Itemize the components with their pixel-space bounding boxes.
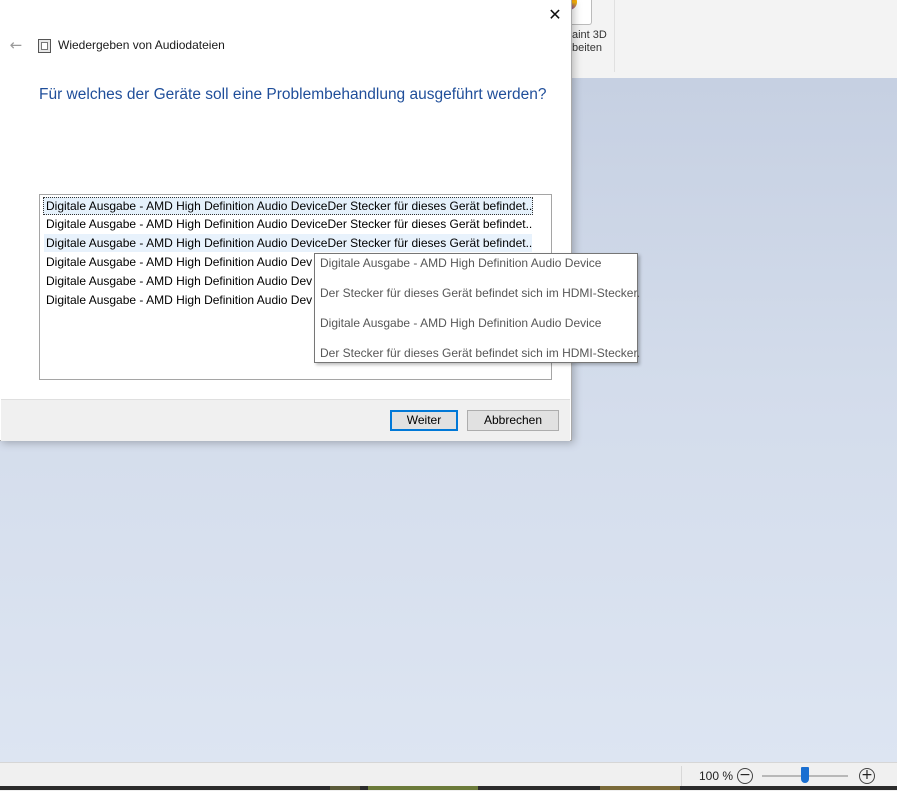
back-arrow-icon[interactable]: ← [7,36,25,54]
zoom-out-icon[interactable]: − [737,768,753,784]
taskbar-strip [0,786,897,790]
device-tooltip: Digitale Ausgabe - AMD High Definition A… [314,253,641,363]
taskbar-thumbnail [600,786,680,790]
tooltip-line: Digitale Ausgabe - AMD High Definition A… [320,316,602,330]
zoom-slider-thumb[interactable] [801,767,809,783]
page-question: Für welches der Geräte soll eine Problem… [39,86,547,103]
zoom-in-icon[interactable]: + [859,768,875,784]
next-button[interactable]: Weiter [390,410,458,431]
tooltip-line: Der Stecker für dieses Gerät befindet si… [320,286,641,300]
status-divider [681,766,682,788]
cancel-button[interactable]: Abbrechen [467,410,559,431]
troubleshooter-dialog: ✕ ← Wiedergeben von Audiodateien Für wel… [0,0,572,441]
device-list-item[interactable]: Digitale Ausgabe - AMD High Definition A… [44,234,532,252]
taskbar-thumbnail [368,786,478,790]
dialog-title: Wiedergeben von Audiodateien [58,38,225,52]
troubleshooter-icon [38,39,51,53]
paint3d-label[interactable]: aint 3D beiten [572,29,616,55]
device-list-item[interactable]: Digitale Ausgabe - AMD High Definition A… [44,215,532,233]
zoom-level: 100 % [699,769,734,783]
device-list-item[interactable]: Digitale Ausgabe - AMD High Definition A… [43,197,533,215]
dialog-footer: Weiter Abbrechen [1,399,570,441]
tooltip-line: Digitale Ausgabe - AMD High Definition A… [320,256,602,270]
close-icon[interactable]: ✕ [542,4,568,26]
ribbon-divider [614,0,615,72]
tooltip-line: Der Stecker für dieses Gerät befindet si… [320,346,641,360]
taskbar-thumbnail [330,786,360,790]
